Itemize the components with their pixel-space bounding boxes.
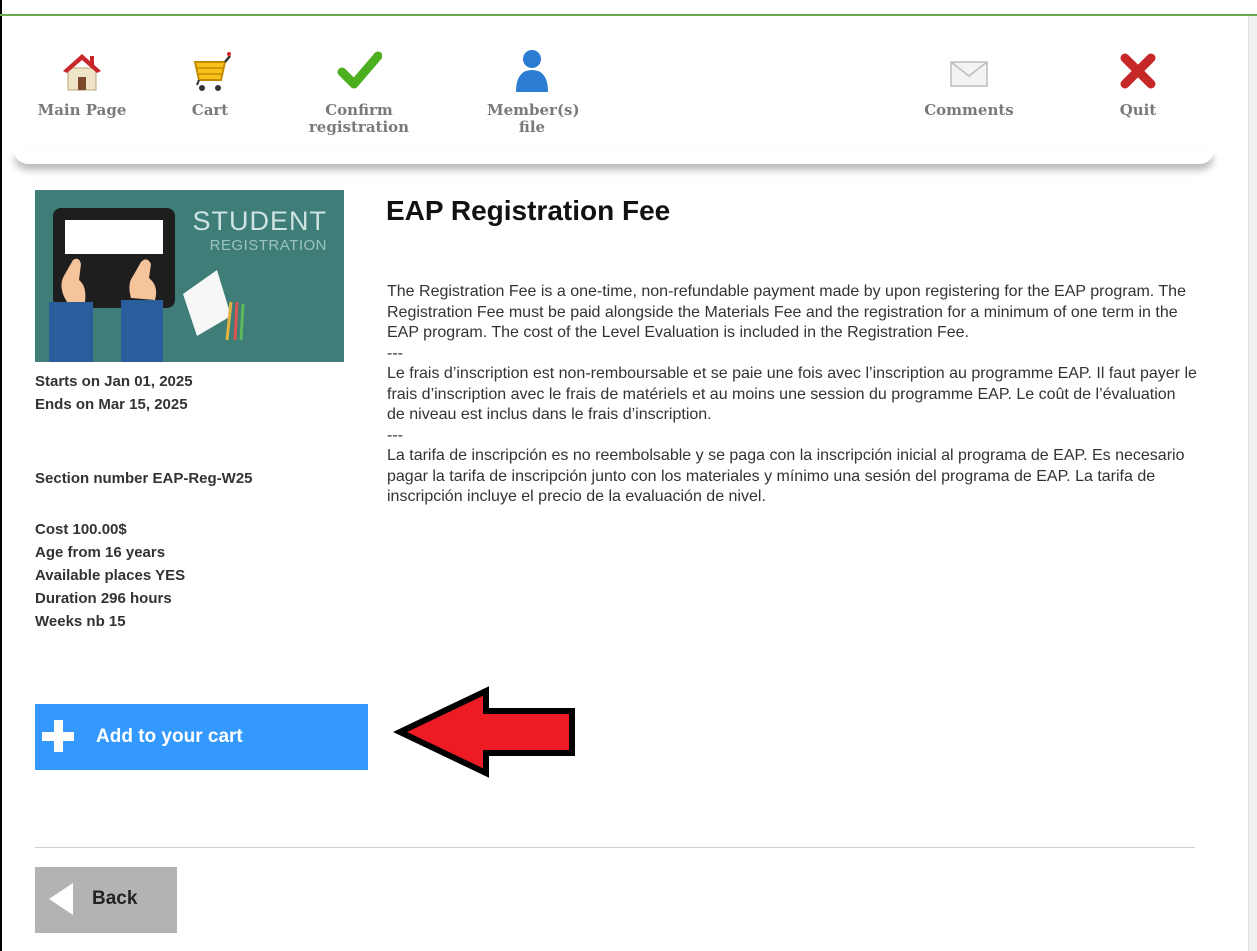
red-arrow-annotation [393,686,575,778]
vertical-scrollbar[interactable] [1248,16,1257,951]
course-start-date: Starts on Jan 01, 2025 [35,373,193,390]
nav-quit[interactable]: Quit [1108,48,1168,119]
image-title-line1: STUDENT [193,206,328,236]
nav-confirm-registration[interactable]: Confirm registration [294,48,424,136]
plus-icon [42,720,74,752]
nav-members-file[interactable]: Member(s) file [472,48,592,136]
description-english: The Registration Fee is a one-time, non-… [387,283,1186,341]
nav-label: Main Page [37,101,127,119]
envelope-icon [950,61,988,87]
add-to-cart-button[interactable]: Add to your cart [35,704,368,770]
course-section-number: Section number EAP-Reg-W25 [35,470,253,487]
course-available-places: Available places YES [35,567,186,584]
nav-label: Comments [924,101,1014,119]
nav-label: Member(s) file [487,101,580,136]
nav-main-page[interactable]: Main Page [32,48,132,119]
course-image: STUDENT REGISTRATION [35,190,344,362]
back-arrow-icon [49,883,73,915]
course-cost: Cost 100.00$ [35,521,127,538]
nav-label: Quit [1119,101,1157,119]
person-icon [516,50,548,92]
home-icon [63,54,101,91]
back-button[interactable]: Back [35,867,177,933]
cart-icon [193,52,231,91]
course-age: Age from 16 years [35,544,166,561]
add-to-cart-label: Add to your cart [96,726,243,747]
top-navigation: Main Page Cart Confirm registration Memb… [12,18,1215,158]
image-title-line2: REGISTRATION [210,237,327,254]
nav-label: Confirm registration [308,101,410,136]
course-title: EAP Registration Fee [386,195,671,226]
top-border-line [0,14,1257,16]
nav-label: Cart [191,101,229,119]
description-separator: --- [387,344,403,362]
course-end-date: Ends on Mar 15, 2025 [35,396,188,413]
course-description: The Registration Fee is a one-time, non-… [387,282,1197,508]
course-weeks: Weeks nb 15 [35,613,126,630]
description-french: Le frais d’inscription est non-remboursa… [387,365,1197,423]
nav-comments[interactable]: Comments [909,48,1029,119]
description-spanish: La tarifa de inscripción es no reembolsa… [387,447,1185,505]
back-label: Back [92,888,138,909]
section-divider [35,847,1195,848]
description-separator: --- [387,426,403,444]
course-duration: Duration 296 hours [35,590,172,607]
close-icon [1120,53,1156,89]
checkmark-icon [337,51,382,89]
nav-cart[interactable]: Cart [180,48,240,119]
